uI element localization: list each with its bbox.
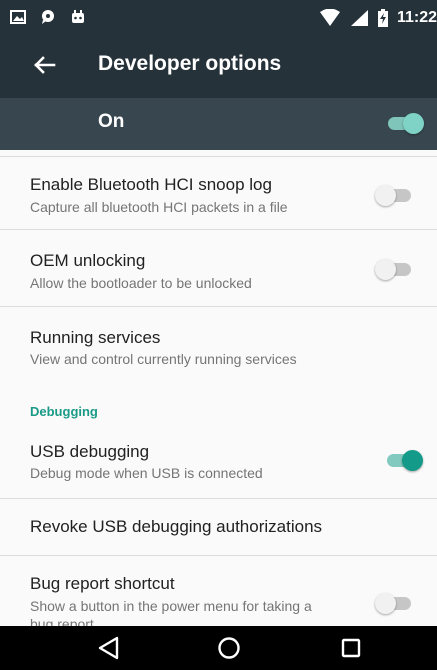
image-icon <box>10 10 26 24</box>
home-circle-icon[interactable] <box>214 634 244 662</box>
wifi-icon <box>319 9 340 26</box>
setting-title: Enable Bluetooth HCI snoop log <box>30 175 272 194</box>
setting-summary: Show a button in the power menu for taki… <box>30 598 312 626</box>
oem-unlocking-toggle[interactable] <box>375 258 413 280</box>
navigation-bar <box>0 626 437 670</box>
setting-revoke-usb-debugging[interactable]: Revoke USB debugging authorizations <box>0 499 437 555</box>
app-bar: Developer options <box>0 38 437 98</box>
setting-summary: Allow the bootloader to be unlocked <box>30 275 252 291</box>
setting-title: Bug report shortcut <box>30 574 175 593</box>
back-triangle-icon[interactable] <box>94 634 124 662</box>
usb-debugging-toggle[interactable] <box>385 449 423 471</box>
setting-title: Running services <box>30 328 161 347</box>
android-icon <box>72 10 84 23</box>
settings-list[interactable]: Enable Bluetooth HCI snoop log Capture a… <box>0 150 437 626</box>
setting-title: Revoke USB debugging authorizations <box>30 517 323 536</box>
recents-square-icon[interactable] <box>336 634 366 662</box>
bug-report-shortcut-toggle[interactable] <box>375 592 413 614</box>
setting-title: OEM unlocking <box>30 251 146 270</box>
master-switch-toggle[interactable] <box>386 112 424 134</box>
master-switch-label: On <box>98 111 125 132</box>
page-title: Developer options <box>98 52 282 75</box>
status-time: 11:22 <box>396 9 437 26</box>
bluetooth-hci-snoop-toggle[interactable] <box>375 184 413 206</box>
back-arrow-icon[interactable] <box>30 50 60 80</box>
setting-bug-report-shortcut[interactable]: Bug report shortcut Show a button in the… <box>0 556 437 626</box>
setting-title: USB debugging <box>30 442 150 461</box>
category-debugging: Debugging <box>30 404 98 419</box>
setting-running-services[interactable]: Running services View and control curren… <box>0 307 437 379</box>
setting-summary: View and control currently running servi… <box>30 351 297 367</box>
status-bar: 11:22 <box>0 0 437 38</box>
chat-icon <box>42 10 54 24</box>
setting-bluetooth-hci-snoop-log[interactable]: Enable Bluetooth HCI snoop log Capture a… <box>0 157 437 229</box>
setting-summary: Capture all bluetooth HCI packets in a f… <box>30 199 288 215</box>
master-switch-bar[interactable]: On <box>0 98 437 150</box>
setting-usb-debugging[interactable]: USB debugging Debug mode when USB is con… <box>0 430 437 498</box>
battery-charging-icon <box>377 9 388 27</box>
setting-oem-unlocking[interactable]: OEM unlocking Allow the bootloader to be… <box>0 230 437 306</box>
setting-summary: Debug mode when USB is connected <box>30 465 263 481</box>
signal-icon <box>350 10 368 26</box>
